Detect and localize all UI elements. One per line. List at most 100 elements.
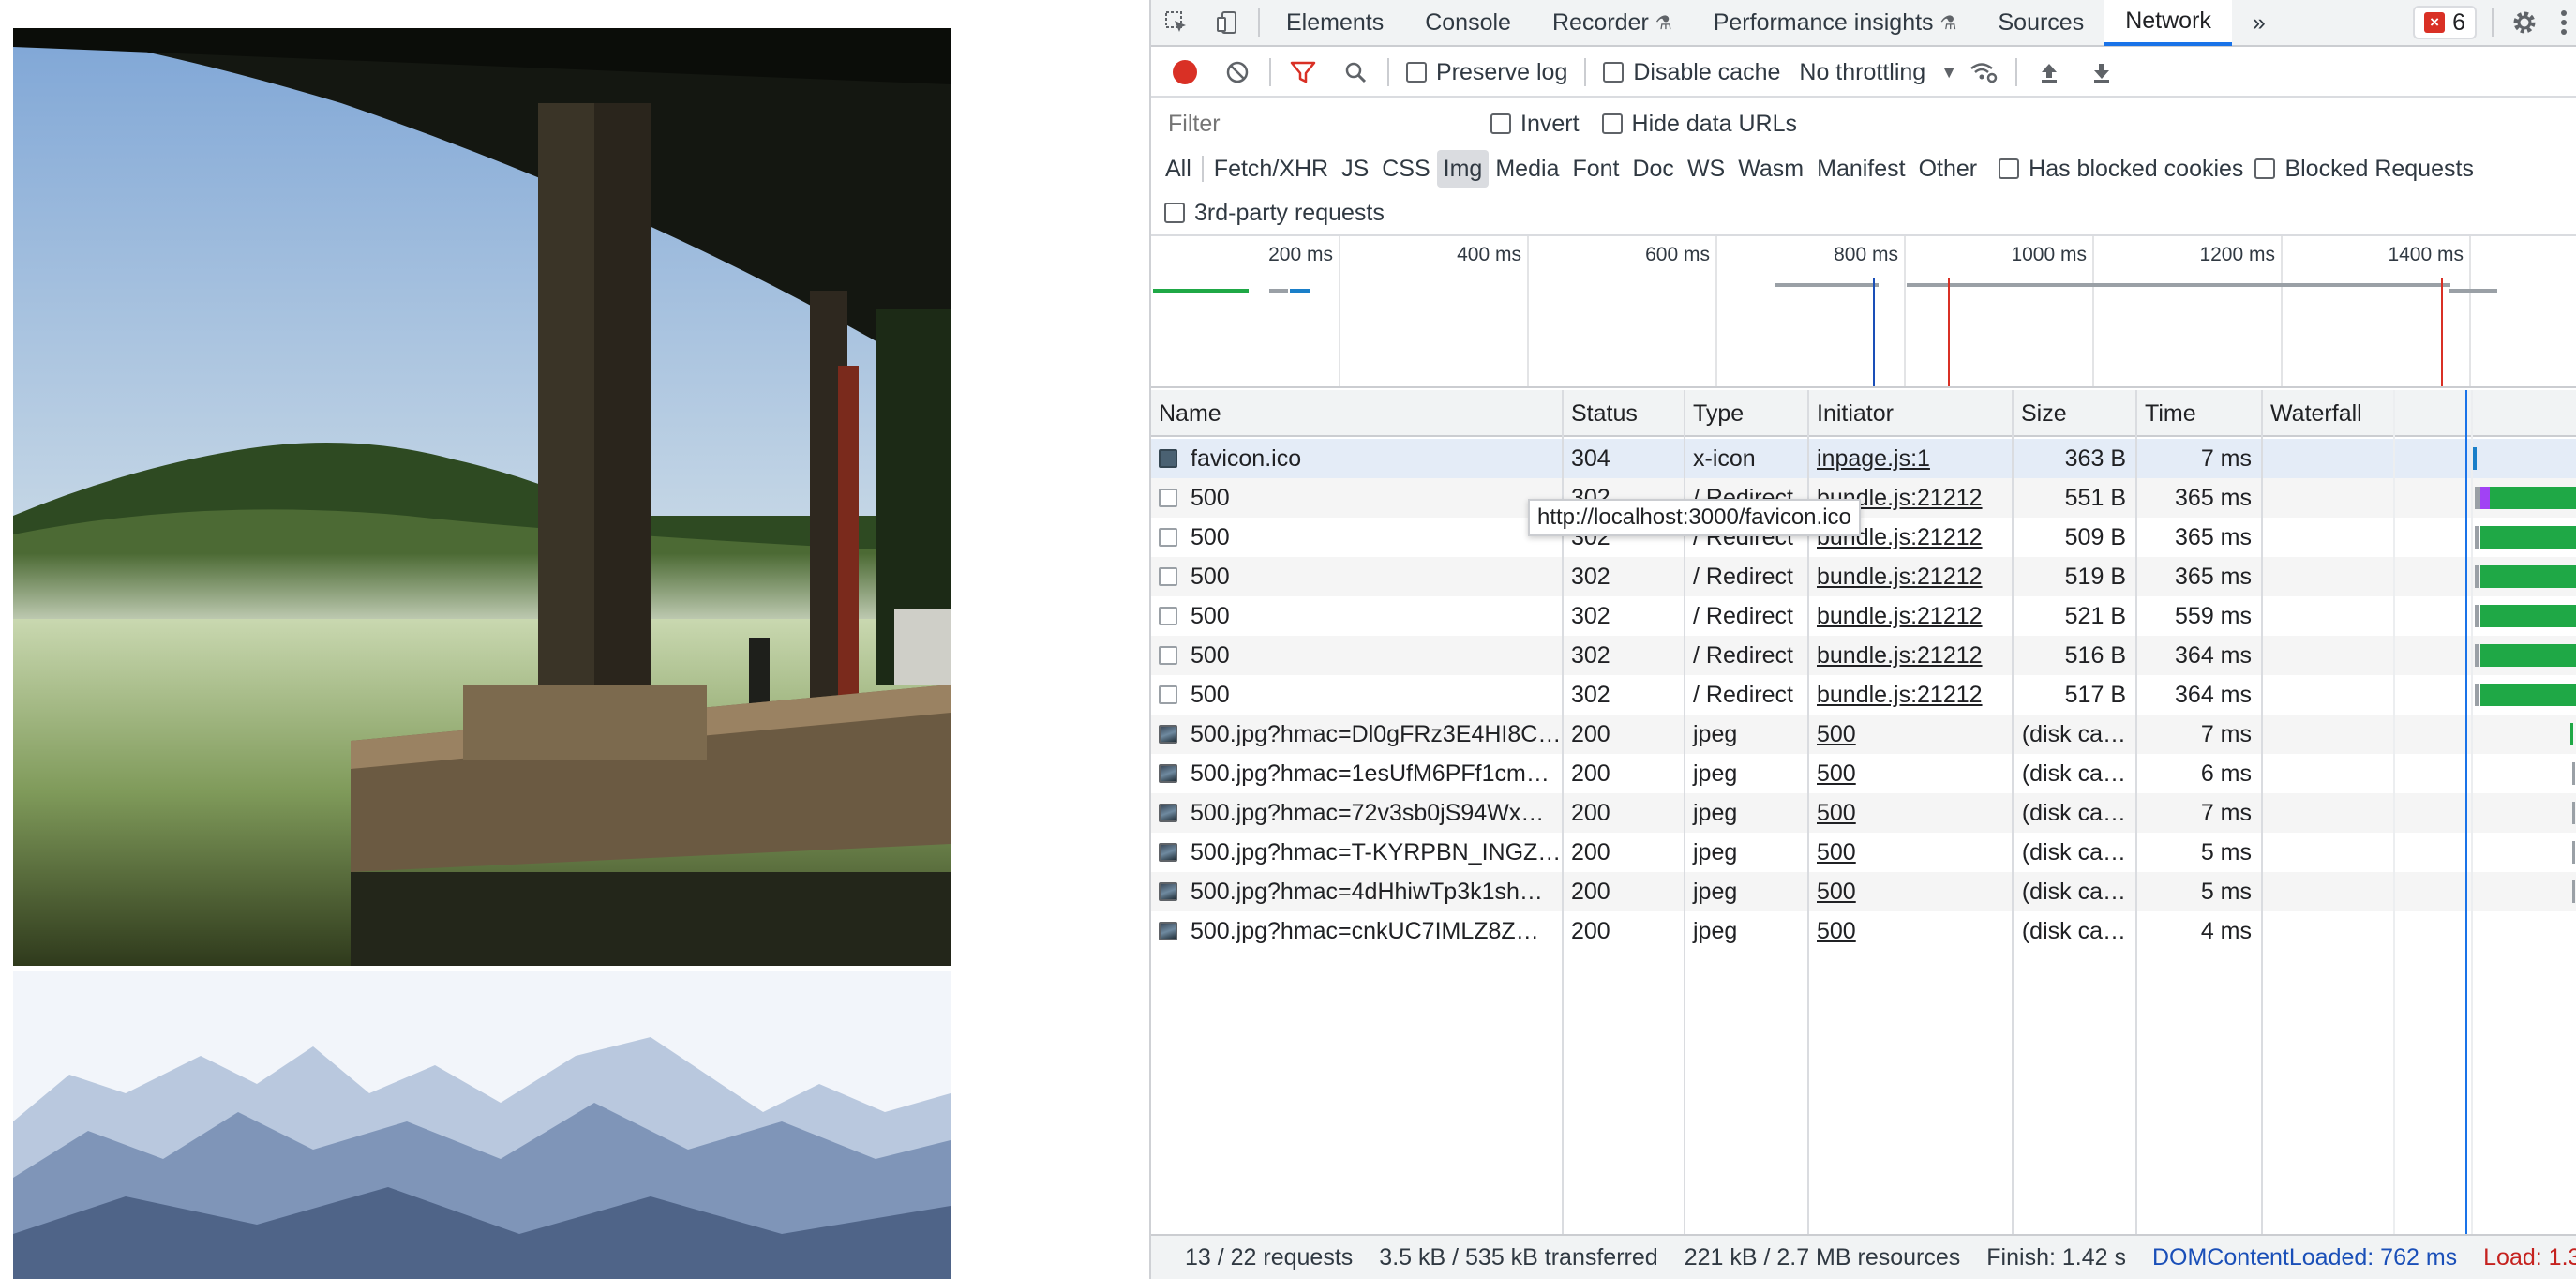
- name-text: 500: [1191, 641, 1230, 669]
- cell-initiator[interactable]: bundle.js:21212: [1809, 596, 2012, 636]
- initiator-text[interactable]: bundle.js:21212: [1817, 642, 1983, 670]
- hide-data-urls-checkbox[interactable]: Hide data URLs: [1601, 111, 1797, 138]
- status-text: 200: [1571, 799, 1610, 826]
- col-header-name[interactable]: Name: [1151, 390, 1564, 437]
- type-filter-js[interactable]: JS: [1335, 150, 1375, 188]
- tab-network[interactable]: Network: [2104, 0, 2232, 46]
- preserve-log-checkbox[interactable]: Preserve log: [1406, 59, 1567, 86]
- inspect-element-icon[interactable]: [1151, 0, 1202, 46]
- col-header-waterfall[interactable]: Waterfall: [2263, 390, 2576, 437]
- type-text: / Redirect: [1693, 563, 1793, 590]
- type-filter-ws[interactable]: WS: [1681, 150, 1731, 188]
- table-row[interactable]: 500.jpg?hmac=Dl0gFRz3E4HI8C… 200 jpeg 500 (d…: [1151, 715, 2576, 754]
- invert-checkbox[interactable]: Invert: [1490, 111, 1580, 138]
- table-row[interactable]: 500.jpg?hmac=cnkUC7IMLZ8Z… 200 jpeg 500 (dis…: [1151, 911, 2576, 951]
- invert-box[interactable]: [1490, 113, 1511, 134]
- initiator-text[interactable]: 500: [1817, 760, 1856, 788]
- blocked-requests-checkbox[interactable]: Blocked Requests: [2254, 156, 2474, 183]
- table-row[interactable]: favicon.ico 304 x-icon inpage.js:1 363 B 7 ms: [1151, 439, 2576, 478]
- preserve-log-box[interactable]: [1406, 62, 1427, 83]
- tab-performance-insights[interactable]: Performance insights ⚗: [1693, 0, 1978, 46]
- table-row[interactable]: 500 302 / Redirect bundle.js:21212 517 B 364 …: [1151, 675, 2576, 715]
- third-party-box[interactable]: [1164, 203, 1185, 223]
- col-header-size[interactable]: Size: [2014, 390, 2137, 437]
- network-conditions-button[interactable]: [1957, 48, 2010, 97]
- type-filter-img[interactable]: Img: [1436, 150, 1490, 188]
- more-tabs-label: »: [2252, 8, 2266, 36]
- export-har-button[interactable]: [2075, 48, 2128, 97]
- col-header-initiator[interactable]: Initiator: [1809, 390, 2014, 437]
- cell-initiator[interactable]: inpage.js:1: [1809, 439, 2012, 478]
- cell-initiator[interactable]: 500: [1809, 793, 2012, 833]
- tab-console[interactable]: Console: [1404, 0, 1532, 46]
- table-row[interactable]: 500 302/ Redirect bundle.js:21212 509 B 365 …: [1151, 518, 2576, 557]
- initiator-text[interactable]: 500: [1817, 800, 1856, 827]
- time-text: 365 ms: [2175, 563, 2252, 590]
- cell-initiator[interactable]: bundle.js:21212: [1809, 557, 2012, 596]
- overview-gridline: [2281, 236, 2283, 386]
- type-filter-font[interactable]: Font: [1565, 150, 1625, 188]
- initiator-text[interactable]: bundle.js:21212: [1817, 682, 1983, 709]
- error-count-badge[interactable]: × 6: [2413, 6, 2477, 39]
- blocked-cookies-checkbox[interactable]: Has blocked cookies: [1999, 156, 2243, 183]
- status-text: 200: [1571, 838, 1610, 865]
- settings-gear-icon[interactable]: [2499, 0, 2550, 46]
- type-filter-manifest[interactable]: Manifest: [1810, 150, 1911, 188]
- table-row[interactable]: 500.jpg?hmac=4dHhiwTp3k1sh… 200 jpeg 500 (di…: [1151, 872, 2576, 911]
- clear-button[interactable]: [1211, 48, 1264, 97]
- col-header-status[interactable]: Status: [1564, 390, 1685, 437]
- type-filter-wasm[interactable]: Wasm: [1731, 150, 1810, 188]
- filter-input[interactable]: [1159, 106, 1472, 142]
- cell-initiator[interactable]: 500: [1809, 872, 2012, 911]
- tab-sources[interactable]: Sources: [1977, 0, 2104, 46]
- disable-cache-box[interactable]: [1603, 62, 1625, 83]
- cell-initiator[interactable]: bundle.js:21212: [1809, 675, 2012, 715]
- blocked-cookies-box[interactable]: [1999, 158, 2020, 179]
- initiator-text[interactable]: inpage.js:1: [1817, 445, 1930, 473]
- initiator-text[interactable]: 500: [1817, 879, 1856, 906]
- overview-bar: [1269, 289, 1288, 293]
- throttling-select[interactable]: No throttling ▼: [1799, 59, 1957, 86]
- device-toolbar-icon[interactable]: [1202, 0, 1252, 46]
- col-header-type[interactable]: Type: [1685, 390, 1809, 437]
- type-filter-doc[interactable]: Doc: [1625, 150, 1680, 188]
- document-file-icon: [1159, 685, 1177, 704]
- hide-data-urls-box[interactable]: [1601, 113, 1623, 134]
- col-header-time[interactable]: Time: [2137, 390, 2263, 437]
- blocked-requests-box[interactable]: [2254, 158, 2276, 179]
- tab-recorder[interactable]: Recorder ⚗: [1532, 0, 1693, 46]
- cell-initiator[interactable]: 500: [1809, 715, 2012, 754]
- initiator-text[interactable]: bundle.js:21212: [1817, 603, 1983, 630]
- initiator-text[interactable]: 500: [1817, 839, 1856, 866]
- table-row[interactable]: 500 302 / Redirect bundle.js:21212 521 B 559 …: [1151, 596, 2576, 636]
- type-filter-all[interactable]: All: [1159, 150, 1198, 188]
- table-row[interactable]: 500.jpg?hmac=T-KYRPBN_INGZ… 200 jpeg 500 (di…: [1151, 833, 2576, 872]
- initiator-text[interactable]: 500: [1817, 721, 1856, 748]
- table-row[interactable]: 500.jpg?hmac=72v3sb0jS94Wx… 200 jpeg 500 (di…: [1151, 793, 2576, 833]
- type-filter-media[interactable]: Media: [1489, 150, 1565, 188]
- kebab-menu-icon[interactable]: [2550, 0, 2576, 46]
- third-party-checkbox[interactable]: 3rd-party requests: [1164, 200, 1385, 227]
- initiator-text[interactable]: 500: [1817, 918, 1856, 945]
- status-text: 302: [1571, 563, 1610, 590]
- table-row[interactable]: 500 302/ Redirect bundle.js:21212 551 B 365 …: [1151, 478, 2576, 518]
- search-button[interactable]: [1329, 48, 1382, 97]
- cell-initiator[interactable]: 500: [1809, 754, 2012, 793]
- initiator-text[interactable]: bundle.js:21212: [1817, 564, 1983, 591]
- record-button[interactable]: [1159, 48, 1211, 97]
- more-tabs-button[interactable]: »: [2232, 0, 2286, 46]
- type-filter-css[interactable]: CSS: [1375, 150, 1436, 188]
- cell-initiator[interactable]: 500: [1809, 833, 2012, 872]
- timeline-overview[interactable]: 200 ms 400 ms 600 ms 800 ms 1000 ms 1200…: [1151, 236, 2576, 388]
- import-har-button[interactable]: [2023, 48, 2075, 97]
- cell-initiator[interactable]: bundle.js:21212: [1809, 636, 2012, 675]
- type-filter-fetch-xhr[interactable]: Fetch/XHR: [1207, 150, 1335, 188]
- type-filter-other[interactable]: Other: [1912, 150, 1984, 188]
- table-row[interactable]: 500 302 / Redirect bundle.js:21212 519 B 365 …: [1151, 557, 2576, 596]
- disable-cache-checkbox[interactable]: Disable cache: [1603, 59, 1780, 86]
- table-row[interactable]: 500 302 / Redirect bundle.js:21212 516 B 364 …: [1151, 636, 2576, 675]
- tab-elements[interactable]: Elements: [1266, 0, 1404, 46]
- table-row[interactable]: 500.jpg?hmac=1esUfM6PFf1cm… 200 jpeg 500 (di…: [1151, 754, 2576, 793]
- filter-toggle-button[interactable]: [1277, 48, 1329, 97]
- cell-initiator[interactable]: 500: [1809, 911, 2012, 951]
